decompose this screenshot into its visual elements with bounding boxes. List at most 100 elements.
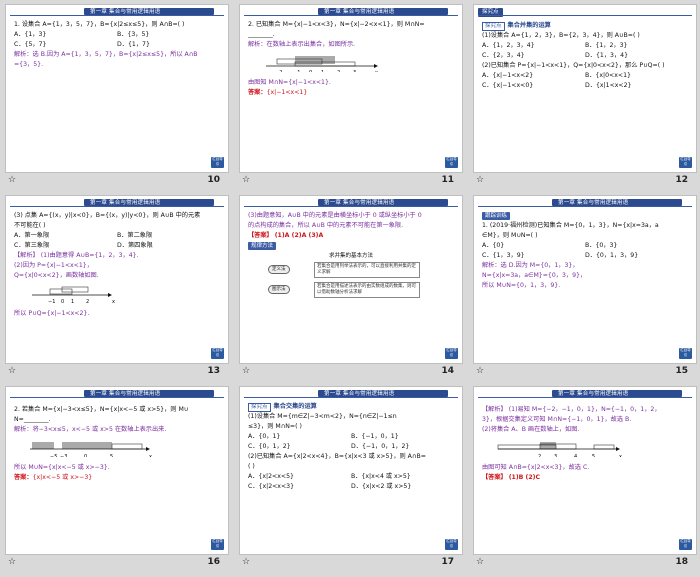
back-to-menu-button[interactable]: 栏目导引: [445, 539, 458, 550]
chapter-title: 第一章 集合与常用逻辑用语: [558, 391, 629, 397]
slide-thumbnail-10[interactable]: 第一章 集合与常用逻辑用语 1. 设集合 A={1，3，5，7}，B={x|2≤…: [6, 5, 228, 190]
solution-text: (2)将集合 A、B 画在数轴上，如图.: [482, 426, 580, 433]
solution-text: 【解析】 (1)易知 M={−2，−1，0，1}，N={−1，0，1，2，: [482, 406, 661, 413]
answer-value: (1)B (2)C: [508, 474, 541, 481]
option-d: D．第四象限: [117, 242, 153, 249]
slide-canvas: 第一章 集合与常用逻辑用语 2. 已知集合 M={x|−1<x<3}，N={x|…: [240, 5, 462, 172]
solution-text: 所以 M∪N={0，1，3，9}.: [482, 282, 561, 289]
method-tag: 规律方法: [248, 242, 277, 250]
star-icon[interactable]: ☆: [476, 175, 484, 185]
slide-thumbnail-16[interactable]: 第一章 集合与常用逻辑用语 2. 若集合 M={x|−3<x≤5}，N={x|x…: [6, 387, 228, 572]
question-text: 不可能在( ): [14, 222, 46, 229]
axis-tick: −1: [293, 70, 300, 72]
slide-canvas: 第一章 集合与常用逻辑用语 (3)由题意知，A∪B 中的元素是由横坐标小于 0 …: [240, 196, 462, 363]
star-icon[interactable]: ☆: [8, 557, 16, 567]
answer-label: 【答案】: [482, 474, 507, 481]
slide-header: 第一章 集合与常用逻辑用语: [6, 5, 228, 17]
option-d: D．{1，7}: [117, 41, 150, 48]
slide-thumbnail-17[interactable]: 第一章 集合与常用逻辑用语 探究点 集合交集的运算 (1)设集合 M={m∈Z|−…: [240, 387, 462, 572]
solution-text: 由图知 M∩N={x|−1<x<1}.: [248, 79, 331, 86]
number-line-diagram: 2 3 4 5 x: [497, 442, 622, 460]
chapter-title: 第一章 集合与常用逻辑用语: [90, 391, 161, 397]
slide-thumbnail-15[interactable]: 第一章 集合与常用逻辑用语 跟踪训练 1. (2019·福州检测)已知集合 M=…: [474, 196, 696, 381]
axis-tick: x: [149, 454, 152, 457]
option-b: B．{x|x<4 或 x>5}: [351, 473, 411, 480]
method-diagram: 求并集的基本方法 定义法 图示法 若集合是用列举法表示的，可以直接利用并集的定义…: [248, 253, 454, 305]
slide-number: 10: [207, 175, 220, 185]
question-text: ( ): [248, 463, 255, 470]
slide-number: 17: [441, 557, 454, 567]
solution-text: ={3，5}.: [14, 61, 44, 68]
option-c: C．{x|−1<x<0}: [482, 82, 534, 89]
solution-text: (3)由题意知，A∪B 中的元素是由横坐标小于 0 或纵坐标小于 0: [248, 212, 422, 219]
axis-tick: 2: [337, 70, 340, 72]
answer-value: {x|x<−5 或 x>−3}: [32, 474, 93, 481]
back-to-menu-button[interactable]: 栏目导引: [211, 539, 224, 550]
back-to-menu-button[interactable]: 栏目导引: [211, 348, 224, 359]
axis-tick: 2: [538, 454, 541, 457]
solution-text: (2)因为 P={x|−1<x<1}，: [14, 262, 93, 269]
number-line-diagram: −2 −1 0 1 2 3 x: [266, 56, 378, 76]
option-a: A．{x|2<x<5}: [248, 473, 294, 480]
back-to-menu-button[interactable]: 栏目导引: [445, 157, 458, 168]
question-text: (2)已知集合 P={x|−1<x<1}，Q={x|0<x<2}，那么 P∪Q=…: [482, 62, 665, 69]
solution-text: N={x|x=3a，a∈M}={0，3，9}，: [482, 272, 587, 279]
option-a: A．{1，3}: [14, 31, 47, 38]
axis-tick: 0: [309, 70, 312, 72]
intersection-region: [540, 442, 556, 449]
intersection-region: [295, 56, 335, 64]
option-b: B．{1，2，3}: [585, 42, 628, 49]
option-c: C．{x|2<x<3}: [248, 483, 295, 490]
solution-text: 所以 P∪Q={x|−1<x<2}.: [14, 310, 90, 317]
option-c: C．{5，7}: [14, 41, 47, 48]
section-tag: 探究点: [248, 403, 271, 412]
answer-label: 答案：: [14, 474, 33, 481]
question-text: ≤3}，则 M∩N=( ): [248, 423, 302, 430]
star-icon[interactable]: ☆: [476, 557, 484, 567]
solution-text: 解析：将−3<x≤5，x<−5 或 x>5 在数轴上表示出来.: [14, 426, 167, 433]
option-d: D．{−1，0，1，2}: [351, 443, 410, 450]
option-b: B．第二象限: [117, 232, 153, 239]
axis-tick: 3: [554, 454, 557, 457]
slide-number: 18: [675, 557, 688, 567]
method-diagram-desc: 若集合是用描述法表示的由实数组成的数集，则可以借助数轴分析法求解: [314, 282, 420, 298]
back-to-menu-button[interactable]: 栏目导引: [679, 157, 692, 168]
star-icon[interactable]: ☆: [476, 366, 484, 376]
method-definition-label: 定义法: [268, 265, 290, 274]
star-icon[interactable]: ☆: [8, 366, 16, 376]
axis-tick: −3: [60, 454, 67, 457]
slide-thumbnail-14[interactable]: 第一章 集合与常用逻辑用语 (3)由题意知，A∪B 中的元素是由横坐标小于 0 …: [240, 196, 462, 381]
slide-thumbnail-13[interactable]: 第一章 集合与常用逻辑用语 (3) 点集 A={(x，y)|x<0}，B={(x…: [6, 196, 228, 381]
axis-tick: x: [619, 454, 622, 457]
axis-tick: 5: [110, 454, 113, 457]
star-icon[interactable]: ☆: [242, 557, 250, 567]
slide-number: 15: [675, 366, 688, 376]
slide-header: 第一章 集合与常用逻辑用语: [240, 196, 462, 208]
chapter-title: 第一章 集合与常用逻辑用语: [324, 391, 395, 397]
section-title: 集合交集的运算: [273, 403, 317, 410]
question-text: (2)已知集合 A={x|2<x<4}，B={x|x<3 或 x>5}，则 A∩…: [248, 453, 426, 460]
star-icon[interactable]: ☆: [8, 175, 16, 185]
back-to-menu-button[interactable]: 栏目导引: [679, 539, 692, 550]
star-icon[interactable]: ☆: [242, 175, 250, 185]
slide-thumbnail-18[interactable]: 第一章 集合与常用逻辑用语 【解析】 (1)易知 M={−2，−1，0，1}，N…: [474, 387, 696, 572]
star-icon[interactable]: ☆: [242, 366, 250, 376]
back-to-menu-button[interactable]: 栏目导引: [445, 348, 458, 359]
solution-text: 由图可知 A∩B={x|2<x<3}，故选 C.: [482, 464, 590, 471]
slide-thumbnail-11[interactable]: 第一章 集合与常用逻辑用语 2. 已知集合 M={x|−1<x<3}，N={x|…: [240, 5, 462, 190]
axis-tick: −5: [50, 454, 57, 457]
back-to-menu-button[interactable]: 栏目导引: [679, 348, 692, 359]
slide-header: 第一章 集合与常用逻辑用语: [6, 387, 228, 399]
slide-header: 第一章 集合与常用逻辑用语: [474, 387, 696, 399]
axis-tick: 1: [71, 299, 74, 303]
axis-tick: x: [375, 70, 378, 72]
chapter-title: 第一章 集合与常用逻辑用语: [90, 200, 161, 206]
slide-thumbnail-12[interactable]: 探究点 探究点 集合并集的运算 (1)设集合 A={1，2，3}，B={2，3，4…: [474, 5, 696, 190]
slide-number: 14: [441, 366, 454, 376]
slide-header: 第一章 集合与常用逻辑用语: [6, 196, 228, 208]
slide-header: 第一章 集合与常用逻辑用语: [240, 387, 462, 399]
question-text: N=________.: [14, 416, 51, 423]
option-a: A．{0，1}: [248, 433, 281, 440]
slide-canvas: 探究点 探究点 集合并集的运算 (1)设集合 A={1，2，3}，B={2，3，4…: [474, 5, 696, 172]
back-to-menu-button[interactable]: 栏目导引: [211, 157, 224, 168]
